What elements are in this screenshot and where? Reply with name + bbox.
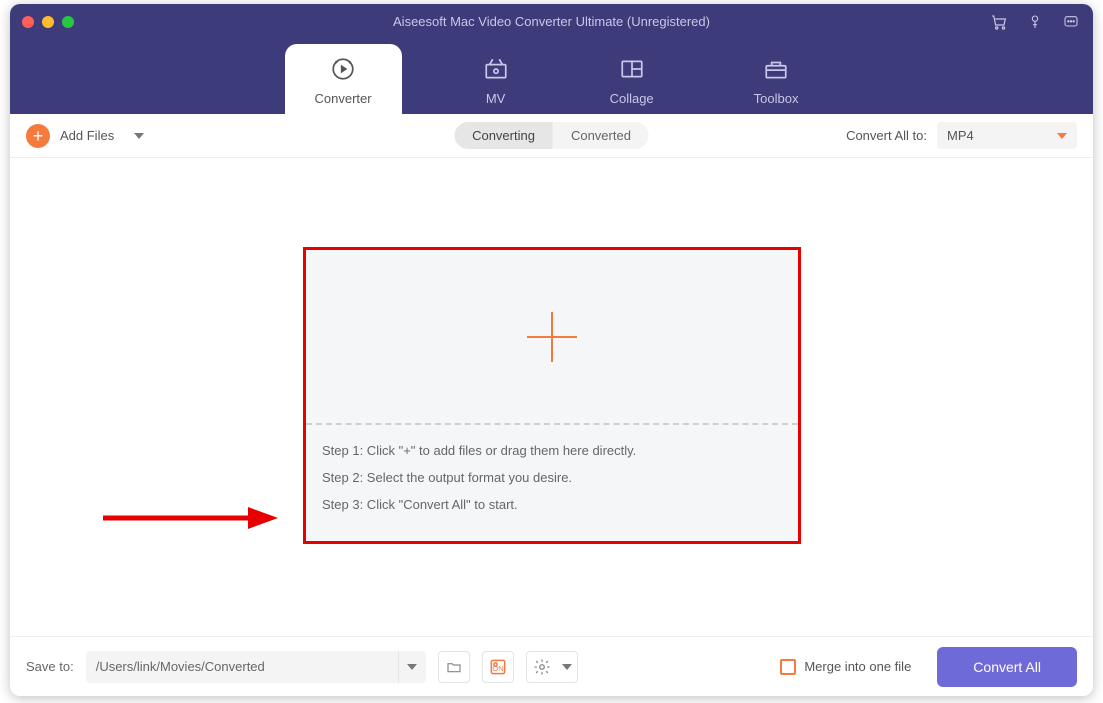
gpu-accel-button[interactable]: ON (482, 651, 514, 683)
merge-checkbox[interactable] (780, 659, 796, 675)
folder-icon (445, 659, 463, 675)
annotation-arrow (98, 503, 278, 533)
converting-tab[interactable]: Converting (454, 122, 553, 149)
merge-label: Merge into one file (804, 659, 911, 674)
tab-mv[interactable]: MV (462, 44, 530, 114)
tab-collage-label: Collage (610, 91, 654, 106)
add-files-label: Add Files (60, 128, 114, 143)
chevron-down-icon (407, 664, 417, 670)
step-3: Step 3: Click "Convert All" to start. (322, 497, 782, 512)
gpu-icon: ON (488, 657, 508, 677)
toolbar-right: Convert All to: MP4 (846, 122, 1077, 149)
mv-icon (482, 56, 510, 85)
open-folder-button[interactable] (438, 651, 470, 683)
settings-button[interactable] (527, 652, 557, 682)
save-path-dropdown[interactable] (398, 651, 426, 683)
big-plus-icon (527, 312, 577, 362)
settings-dropdown[interactable] (557, 652, 577, 682)
instruction-steps: Step 1: Click "+" to add files or drag t… (306, 425, 798, 524)
status-pill-group: Converting Converted (454, 122, 649, 149)
app-title: Aiseesoft Mac Video Converter Ultimate (… (10, 14, 1093, 29)
titlebar: Aiseesoft Mac Video Converter Ultimate (… (10, 4, 1093, 114)
chevron-down-icon (562, 664, 572, 670)
output-format-value: MP4 (947, 128, 974, 143)
tab-toolbox-label: Toolbox (754, 91, 799, 106)
bottom-bar: Save to: /Users/link/Movies/Converted ON… (10, 636, 1093, 696)
feedback-icon[interactable] (1061, 12, 1081, 32)
step-1: Step 1: Click "+" to add files or drag t… (322, 443, 782, 458)
convert-all-to-label: Convert All to: (846, 128, 927, 143)
titlebar-right-group (989, 12, 1081, 32)
output-format-select[interactable]: MP4 (937, 122, 1077, 149)
convert-all-button[interactable]: Convert All (937, 647, 1077, 687)
collage-icon (618, 56, 646, 85)
tab-toolbox[interactable]: Toolbox (734, 44, 819, 114)
chevron-down-icon (1057, 133, 1067, 139)
app-window: Aiseesoft Mac Video Converter Ultimate (… (10, 4, 1093, 696)
content-area: Step 1: Click "+" to add files or drag t… (10, 158, 1093, 636)
cart-icon[interactable] (989, 12, 1009, 32)
merge-group: Merge into one file (780, 659, 911, 675)
tab-converter[interactable]: Converter (285, 44, 402, 114)
plus-icon: + (26, 124, 50, 148)
dropzone-add-area[interactable] (306, 250, 798, 425)
gear-icon (533, 658, 551, 676)
save-to-label: Save to: (26, 659, 74, 674)
tab-collage[interactable]: Collage (590, 44, 674, 114)
save-path-input[interactable]: /Users/link/Movies/Converted (86, 651, 426, 683)
converter-icon (329, 56, 357, 85)
toolbar: + Add Files Converting Converted Convert… (10, 114, 1093, 158)
settings-button-group (526, 651, 578, 683)
main-tabs: Converter MV Collage Toolbox (10, 40, 1093, 114)
add-files-button[interactable]: + Add Files (26, 124, 114, 148)
save-path-value: /Users/link/Movies/Converted (86, 659, 398, 674)
add-files-dropdown-icon[interactable] (134, 133, 144, 139)
step-2: Step 2: Select the output format you des… (322, 470, 782, 485)
tab-converter-label: Converter (315, 91, 372, 106)
toolbox-icon (762, 56, 790, 85)
dropzone: Step 1: Click "+" to add files or drag t… (303, 247, 801, 544)
tab-mv-label: MV (486, 91, 506, 106)
converted-tab[interactable]: Converted (553, 122, 649, 149)
register-key-icon[interactable] (1025, 12, 1045, 32)
